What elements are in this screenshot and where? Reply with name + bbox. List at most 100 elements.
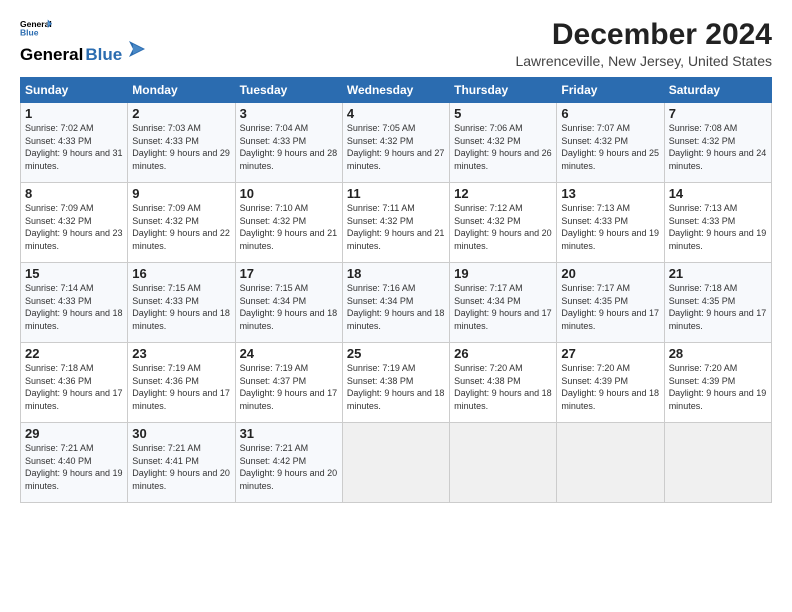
day-info: Sunrise: 7:20 AMSunset: 4:38 PMDaylight:… xyxy=(454,363,552,411)
day-info: Sunrise: 7:10 AMSunset: 4:32 PMDaylight:… xyxy=(240,203,338,251)
day-number: 5 xyxy=(454,106,552,121)
calendar-cell: 3Sunrise: 7:04 AMSunset: 4:33 PMDaylight… xyxy=(235,103,342,183)
calendar-cell: 6Sunrise: 7:07 AMSunset: 4:32 PMDaylight… xyxy=(557,103,664,183)
day-info: Sunrise: 7:13 AMSunset: 4:33 PMDaylight:… xyxy=(561,203,659,251)
calendar-cell: 22 Sunrise: 7:18 AMSunset: 4:36 PMDayligh… xyxy=(21,343,128,423)
day-number: 17 xyxy=(240,266,338,281)
svg-text:Blue: Blue xyxy=(20,27,39,37)
day-number: 20 xyxy=(561,266,659,281)
day-number: 12 xyxy=(454,186,552,201)
calendar-week-row: 22 Sunrise: 7:18 AMSunset: 4:36 PMDayligh… xyxy=(21,343,772,423)
calendar-cell: 28 Sunrise: 7:20 AMSunset: 4:39 PMDayligh… xyxy=(664,343,771,423)
day-info: Sunrise: 7:17 AMSunset: 4:35 PMDaylight:… xyxy=(561,283,659,331)
day-number: 1 xyxy=(25,106,123,121)
day-number: 18 xyxy=(347,266,445,281)
calendar-cell: 24Sunrise: 7:19 AMSunset: 4:37 PMDayligh… xyxy=(235,343,342,423)
day-number: 10 xyxy=(240,186,338,201)
calendar-cell: 26 Sunrise: 7:20 AMSunset: 4:38 PMDayligh… xyxy=(450,343,557,423)
day-info: Sunrise: 7:15 AMSunset: 4:33 PMDaylight:… xyxy=(132,283,230,331)
day-info: Sunrise: 7:21 AMSunset: 4:41 PMDaylight:… xyxy=(132,443,230,491)
day-number: 14 xyxy=(669,186,767,201)
day-number: 9 xyxy=(132,186,230,201)
calendar-cell: 25 Sunrise: 7:19 AMSunset: 4:38 PMDayligh… xyxy=(342,343,449,423)
day-info: Sunrise: 7:15 AMSunset: 4:34 PMDaylight:… xyxy=(240,283,338,331)
logo-blue: Blue xyxy=(85,45,122,65)
day-info: Sunrise: 7:17 AMSunset: 4:34 PMDaylight:… xyxy=(454,283,552,331)
calendar-week-row: 15Sunrise: 7:14 AMSunset: 4:33 PMDayligh… xyxy=(21,263,772,343)
calendar-cell xyxy=(664,423,771,503)
calendar-header-saturday: Saturday xyxy=(664,78,771,103)
calendar-cell: 1 Sunrise: 7:02 AMSunset: 4:33 PMDaylight… xyxy=(21,103,128,183)
calendar-header-thursday: Thursday xyxy=(450,78,557,103)
day-info: Sunrise: 7:09 AMSunset: 4:32 PMDaylight:… xyxy=(132,203,230,251)
calendar-week-row: 8 Sunrise: 7:09 AMSunset: 4:32 PMDaylight… xyxy=(21,183,772,263)
title-block: December 2024 Lawrenceville, New Jersey,… xyxy=(515,18,772,69)
day-info: Sunrise: 7:18 AMSunset: 4:35 PMDaylight:… xyxy=(669,283,767,331)
day-number: 31 xyxy=(240,426,338,441)
main-title: December 2024 xyxy=(515,18,772,51)
calendar-cell: 30 Sunrise: 7:21 AMSunset: 4:41 PMDayligh… xyxy=(128,423,235,503)
day-info: Sunrise: 7:13 AMSunset: 4:33 PMDaylight:… xyxy=(669,203,767,251)
calendar-cell xyxy=(557,423,664,503)
day-info: Sunrise: 7:03 AMSunset: 4:33 PMDaylight:… xyxy=(132,123,230,171)
logo: General Blue General Blue xyxy=(20,18,147,65)
calendar-cell: 11Sunrise: 7:11 AMSunset: 4:32 PMDayligh… xyxy=(342,183,449,263)
calendar-header-row: SundayMondayTuesdayWednesdayThursdayFrid… xyxy=(21,78,772,103)
calendar-cell xyxy=(342,423,449,503)
calendar-cell: 18 Sunrise: 7:16 AMSunset: 4:34 PMDayligh… xyxy=(342,263,449,343)
calendar-header-sunday: Sunday xyxy=(21,78,128,103)
day-info: Sunrise: 7:12 AMSunset: 4:32 PMDaylight:… xyxy=(454,203,552,251)
day-number: 6 xyxy=(561,106,659,121)
day-info: Sunrise: 7:02 AMSunset: 4:33 PMDaylight:… xyxy=(25,123,123,171)
day-info: Sunrise: 7:06 AMSunset: 4:32 PMDaylight:… xyxy=(454,123,552,171)
logo-general: General xyxy=(20,45,83,65)
calendar-cell: 2 Sunrise: 7:03 AMSunset: 4:33 PMDaylight… xyxy=(128,103,235,183)
calendar-cell: 21 Sunrise: 7:18 AMSunset: 4:35 PMDayligh… xyxy=(664,263,771,343)
calendar-cell: 20 Sunrise: 7:17 AMSunset: 4:35 PMDayligh… xyxy=(557,263,664,343)
day-number: 27 xyxy=(561,346,659,361)
day-info: Sunrise: 7:21 AMSunset: 4:40 PMDaylight:… xyxy=(25,443,123,491)
calendar-header-wednesday: Wednesday xyxy=(342,78,449,103)
logo-arrow-icon xyxy=(125,38,147,60)
calendar-cell: 27 Sunrise: 7:20 AMSunset: 4:39 PMDayligh… xyxy=(557,343,664,423)
calendar-header-friday: Friday xyxy=(557,78,664,103)
day-info: Sunrise: 7:16 AMSunset: 4:34 PMDaylight:… xyxy=(347,283,445,331)
day-number: 30 xyxy=(132,426,230,441)
day-info: Sunrise: 7:21 AMSunset: 4:42 PMDaylight:… xyxy=(240,443,338,491)
day-number: 28 xyxy=(669,346,767,361)
calendar-cell: 12 Sunrise: 7:12 AMSunset: 4:32 PMDayligh… xyxy=(450,183,557,263)
header: General Blue General Blue December 2024 … xyxy=(20,18,772,69)
calendar-cell: 10 Sunrise: 7:10 AMSunset: 4:32 PMDayligh… xyxy=(235,183,342,263)
calendar-cell: 29 Sunrise: 7:21 AMSunset: 4:40 PMDayligh… xyxy=(21,423,128,503)
day-info: Sunrise: 7:08 AMSunset: 4:32 PMDaylight:… xyxy=(669,123,767,171)
day-number: 23 xyxy=(132,346,230,361)
day-info: Sunrise: 7:20 AMSunset: 4:39 PMDaylight:… xyxy=(561,363,659,411)
logo-icon: General Blue xyxy=(20,18,52,38)
calendar-cell xyxy=(450,423,557,503)
day-info: Sunrise: 7:18 AMSunset: 4:36 PMDaylight:… xyxy=(25,363,123,411)
day-number: 8 xyxy=(25,186,123,201)
day-number: 29 xyxy=(25,426,123,441)
calendar-cell: 5 Sunrise: 7:06 AMSunset: 4:32 PMDaylight… xyxy=(450,103,557,183)
calendar-cell: 19Sunrise: 7:17 AMSunset: 4:34 PMDayligh… xyxy=(450,263,557,343)
calendar-week-row: 29 Sunrise: 7:21 AMSunset: 4:40 PMDayligh… xyxy=(21,423,772,503)
day-number: 4 xyxy=(347,106,445,121)
day-info: Sunrise: 7:05 AMSunset: 4:32 PMDaylight:… xyxy=(347,123,445,171)
day-number: 2 xyxy=(132,106,230,121)
day-number: 7 xyxy=(669,106,767,121)
calendar-cell: 14 Sunrise: 7:13 AMSunset: 4:33 PMDayligh… xyxy=(664,183,771,263)
calendar-cell: 9 Sunrise: 7:09 AMSunset: 4:32 PMDaylight… xyxy=(128,183,235,263)
calendar-cell: 17 Sunrise: 7:15 AMSunset: 4:34 PMDayligh… xyxy=(235,263,342,343)
subtitle: Lawrenceville, New Jersey, United States xyxy=(515,53,772,69)
page: General Blue General Blue December 2024 … xyxy=(0,0,792,612)
day-number: 26 xyxy=(454,346,552,361)
calendar-cell: 15Sunrise: 7:14 AMSunset: 4:33 PMDayligh… xyxy=(21,263,128,343)
day-number: 25 xyxy=(347,346,445,361)
calendar-week-row: 1 Sunrise: 7:02 AMSunset: 4:33 PMDaylight… xyxy=(21,103,772,183)
calendar-table: SundayMondayTuesdayWednesdayThursdayFrid… xyxy=(20,77,772,503)
day-info: Sunrise: 7:19 AMSunset: 4:37 PMDaylight:… xyxy=(240,363,338,411)
day-number: 21 xyxy=(669,266,767,281)
day-info: Sunrise: 7:19 AMSunset: 4:38 PMDaylight:… xyxy=(347,363,445,411)
day-info: Sunrise: 7:20 AMSunset: 4:39 PMDaylight:… xyxy=(669,363,767,411)
day-number: 22 xyxy=(25,346,123,361)
